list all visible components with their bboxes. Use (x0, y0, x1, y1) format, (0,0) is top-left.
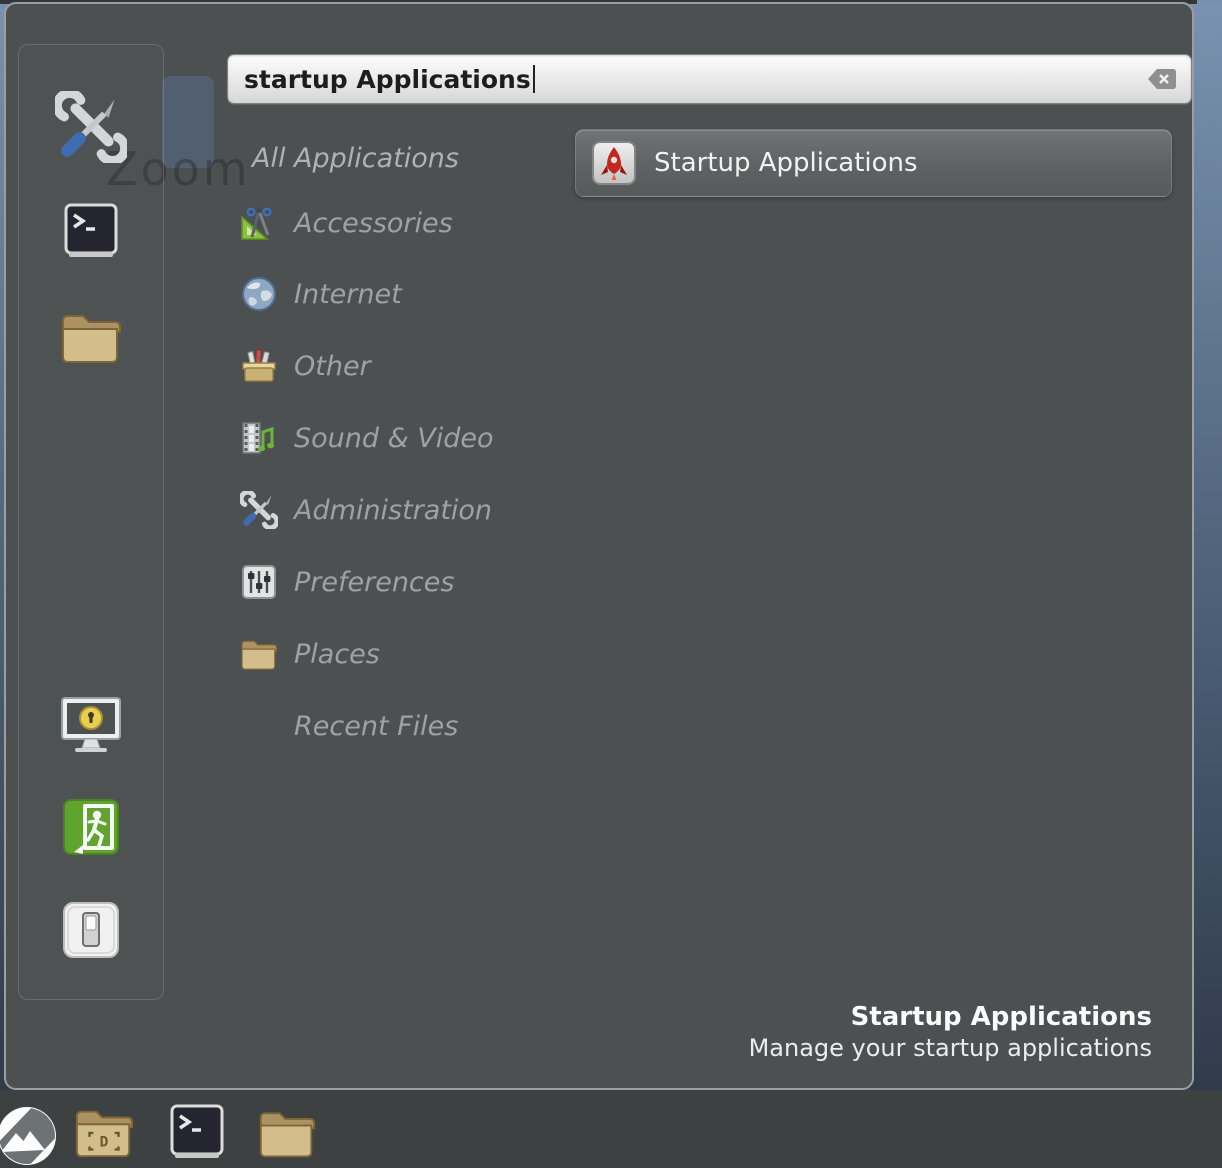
selection-subtitle: Manage your startup applications (452, 1033, 1152, 1063)
category-label: Administration (294, 495, 492, 526)
mint-menu-popup: Zoom (4, 2, 1194, 1090)
panel-terminal-icon[interactable] (170, 1104, 224, 1164)
terminal-icon[interactable] (64, 203, 118, 259)
sound-video-icon (240, 419, 278, 457)
lock-screen-icon[interactable] (59, 696, 123, 754)
category-sound-video[interactable]: Sound & Video (240, 416, 580, 460)
places-icon (240, 635, 278, 673)
result-label: Startup Applications (654, 148, 918, 178)
search-value: startup Applications (244, 65, 531, 94)
administration-icon (240, 491, 278, 529)
logout-icon[interactable] (63, 799, 119, 855)
shutdown-icon[interactable] (62, 901, 120, 959)
favorites-sidebar (18, 44, 164, 1000)
other-icon (240, 347, 278, 385)
menu-launcher-icon[interactable] (0, 1106, 57, 1168)
result-startup-applications[interactable]: Startup Applications (575, 129, 1172, 197)
system-tools-icon[interactable] (55, 91, 127, 163)
category-label: Accessories (294, 208, 453, 239)
clear-search-icon[interactable] (1147, 68, 1177, 90)
category-label: Recent Files (294, 711, 458, 742)
category-label: Other (294, 351, 371, 382)
category-label: Internet (294, 279, 402, 310)
taskbar-panel: D (0, 1090, 1222, 1168)
internet-icon (240, 275, 278, 313)
category-label: Preferences (294, 567, 454, 598)
file-manager-icon[interactable] (60, 309, 122, 365)
category-other[interactable]: Other (240, 344, 580, 388)
category-label: All Applications (252, 143, 459, 174)
preferences-icon (240, 563, 278, 601)
category-accessories[interactable]: Accessories (240, 201, 580, 245)
category-all-applications[interactable]: All Applications (240, 136, 580, 180)
search-input[interactable]: startup Applications (227, 54, 1192, 104)
category-places[interactable]: Places (240, 632, 580, 676)
selection-title: Startup Applications (452, 1002, 1152, 1033)
text-cursor (533, 65, 535, 93)
panel-files-icon[interactable] (258, 1106, 316, 1164)
category-internet[interactable]: Internet (240, 272, 580, 316)
category-label: Sound & Video (294, 423, 493, 454)
startup-applications-icon (592, 141, 636, 185)
category-preferences[interactable]: Preferences (240, 560, 580, 604)
desktop-folder-icon[interactable]: D (74, 1104, 134, 1164)
svg-text:D: D (100, 1135, 109, 1151)
category-recent-files[interactable]: Recent Files (240, 704, 580, 748)
selection-info: Startup Applications Manage your startup… (452, 1002, 1152, 1063)
category-administration[interactable]: Administration (240, 488, 580, 532)
accessories-icon (240, 204, 278, 242)
category-label: Places (294, 639, 380, 670)
